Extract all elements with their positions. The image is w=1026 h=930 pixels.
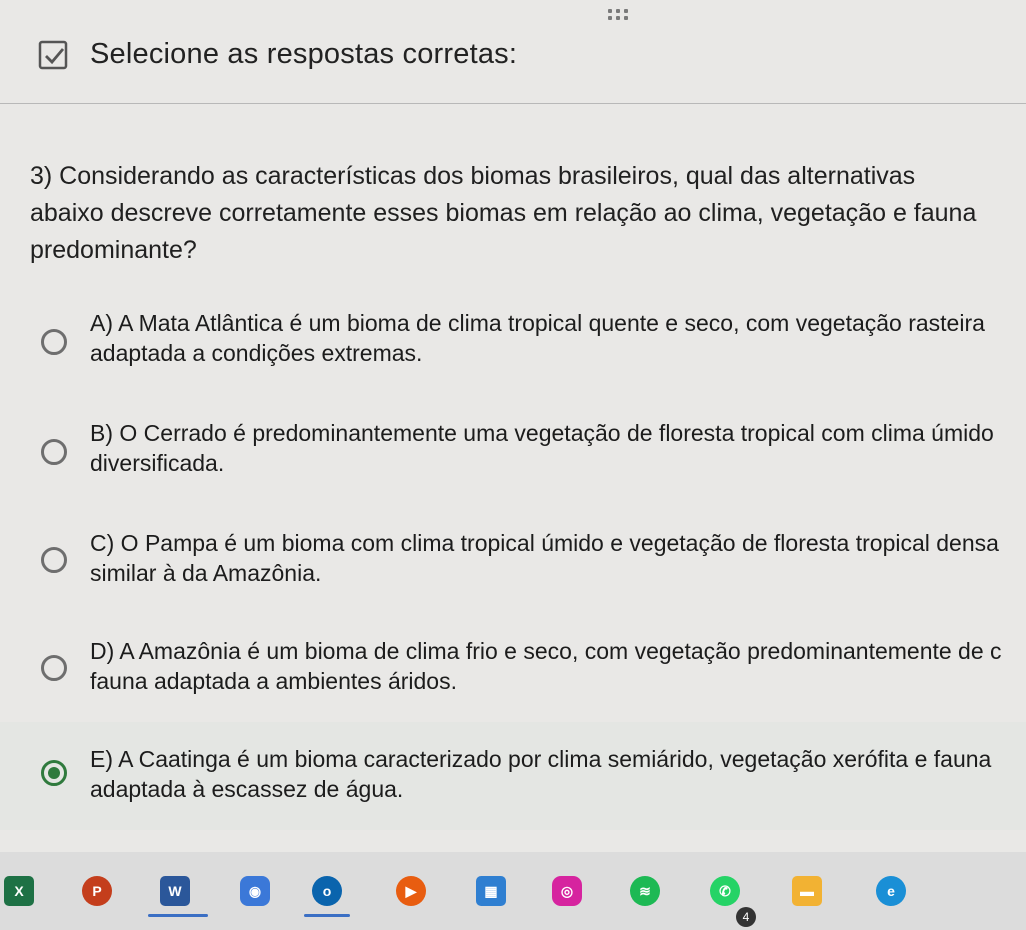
option-e-line1: E) A Caatinga é um bioma caracterizado p…	[90, 746, 992, 772]
whatsapp-icon[interactable]: ✆	[710, 876, 740, 906]
option-a-line2: adaptada a condições extremas.	[90, 340, 423, 366]
onedrive-icon[interactable]: o	[312, 876, 342, 906]
excel-icon[interactable]: X	[4, 876, 34, 906]
option-b-radio[interactable]	[41, 439, 67, 465]
divider	[0, 103, 1026, 104]
option-e[interactable]: E) A Caatinga é um bioma caracterizado p…	[0, 722, 1026, 830]
file-explorer-icon[interactable]: ▬	[792, 876, 822, 906]
option-b-line2: diversificada.	[90, 450, 225, 476]
option-e-radio[interactable]	[41, 760, 67, 786]
onedrive-underline	[304, 914, 350, 917]
media-player-icon[interactable]: ▶	[396, 876, 426, 906]
spotify-icon[interactable]: ≋	[630, 876, 660, 906]
option-b-text[interactable]: B) O Cerrado é predominantemente uma veg…	[90, 418, 1026, 478]
question-text: 3) Considerando as características dos b…	[30, 162, 977, 264]
camera-icon[interactable]: ◉	[240, 876, 270, 906]
edge-icon[interactable]: e	[876, 876, 906, 906]
instagram-icon[interactable]: ◎	[552, 876, 582, 906]
taskbar: X P W ◉ o ▶ ▦ ◎ ≋ ✆ 4 ▬ e	[0, 852, 1026, 930]
store-icon[interactable]: ▦	[476, 876, 506, 906]
option-a-line1: A) A Mata Atlântica é um bioma de clima …	[90, 310, 985, 336]
checkbox-checked-icon	[38, 40, 68, 70]
option-c-text[interactable]: C) O Pampa é um bioma com clima tropical…	[90, 528, 1026, 588]
option-a-radio[interactable]	[41, 329, 67, 355]
option-c-line2: similar à da Amazônia.	[90, 560, 322, 586]
option-a-text[interactable]: A) A Mata Atlântica é um bioma de clima …	[90, 308, 1026, 368]
option-b-line1: B) O Cerrado é predominantemente uma veg…	[90, 420, 994, 446]
option-e-text[interactable]: E) A Caatinga é um bioma caracterizado p…	[90, 744, 1026, 804]
option-d-radio[interactable]	[41, 655, 67, 681]
word-icon[interactable]: W	[160, 876, 190, 906]
option-c[interactable]: C) O Pampa é um bioma com clima tropical…	[0, 518, 1026, 628]
option-d-text[interactable]: D) A Amazônia é um bioma de clima frio e…	[90, 636, 1026, 696]
option-d-line2: fauna adaptada a ambientes áridos.	[90, 668, 457, 694]
option-a[interactable]: A) A Mata Atlântica é um bioma de clima …	[0, 298, 1026, 408]
header-title: Selecione as respostas corretas:	[90, 38, 518, 70]
option-c-line1: C) O Pampa é um bioma com clima tropical…	[90, 530, 999, 556]
option-b[interactable]: B) O Cerrado é predominantemente uma veg…	[0, 408, 1026, 518]
option-d-line1: D) A Amazônia é um bioma de clima frio e…	[90, 638, 1002, 664]
word-underline	[148, 914, 208, 917]
question-header: Selecione as respostas corretas:	[0, 20, 1026, 98]
option-c-radio[interactable]	[41, 547, 67, 573]
option-e-line2: adaptada à escassez de água.	[90, 776, 404, 802]
whatsapp-badge: 4	[736, 907, 756, 927]
powerpoint-icon[interactable]: P	[82, 876, 112, 906]
